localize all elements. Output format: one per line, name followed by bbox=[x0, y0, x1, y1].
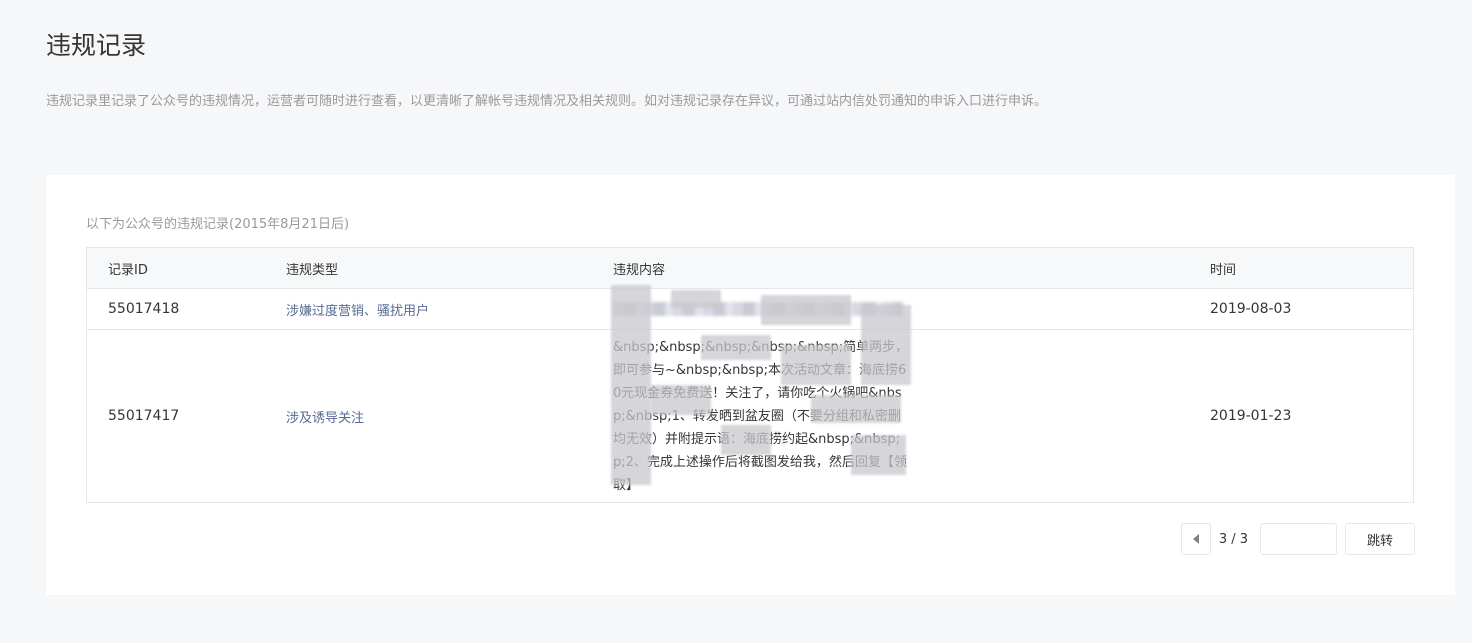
header-time: 时间 bbox=[1210, 262, 1237, 278]
redacted-content bbox=[613, 302, 903, 316]
violation-content: &nbsp;&nbsp;&nbsp;&nbsp;&nbsp;简单两步，即可参与~… bbox=[613, 339, 909, 493]
header-violation-content: 违规内容 bbox=[613, 262, 666, 278]
violation-table: 记录ID 违规类型 违规内容 时间 55017418 涉嫌过度营销、骚扰用户 2… bbox=[86, 247, 1414, 503]
table-row: 55017418 涉嫌过度营销、骚扰用户 2019-08-03 bbox=[87, 289, 1413, 330]
table-caption: 以下为公众号的违规记录(2015年8月21日后) bbox=[86, 217, 350, 232]
table-row: 55017417 涉及诱导关注 &nbsp;&nbsp;&nbsp;&nbsp;… bbox=[87, 330, 1413, 502]
record-id: 55017417 bbox=[108, 408, 180, 424]
page-description: 违规记录里记录了公众号的违规情况，运营者可随时进行查看，以更清晰了解帐号违规情况… bbox=[46, 94, 1048, 109]
header-record-id: 记录ID bbox=[108, 262, 148, 278]
pagination: 3 / 3 跳转 bbox=[1180, 523, 1415, 555]
table-header: 记录ID 违规类型 违规内容 时间 bbox=[87, 248, 1413, 289]
records-card: 以下为公众号的违规记录(2015年8月21日后) 记录ID 违规类型 违规内容 … bbox=[46, 175, 1455, 595]
record-time: 2019-08-03 bbox=[1210, 301, 1292, 317]
prev-page-button[interactable] bbox=[1180, 523, 1211, 555]
violation-type-link[interactable]: 涉嫌过度营销、骚扰用户 bbox=[286, 304, 429, 319]
record-id: 55017418 bbox=[108, 301, 180, 317]
page-title: 违规记录 bbox=[46, 31, 147, 60]
record-time: 2019-01-23 bbox=[1210, 408, 1292, 424]
page-jump-input[interactable] bbox=[1260, 523, 1337, 555]
violation-type-link[interactable]: 涉及诱导关注 bbox=[286, 411, 364, 426]
jump-button[interactable]: 跳转 bbox=[1345, 523, 1415, 555]
caret-left-icon bbox=[1192, 534, 1199, 544]
page-indicator: 3 / 3 bbox=[1218, 531, 1248, 547]
header-violation-type: 违规类型 bbox=[286, 262, 339, 278]
